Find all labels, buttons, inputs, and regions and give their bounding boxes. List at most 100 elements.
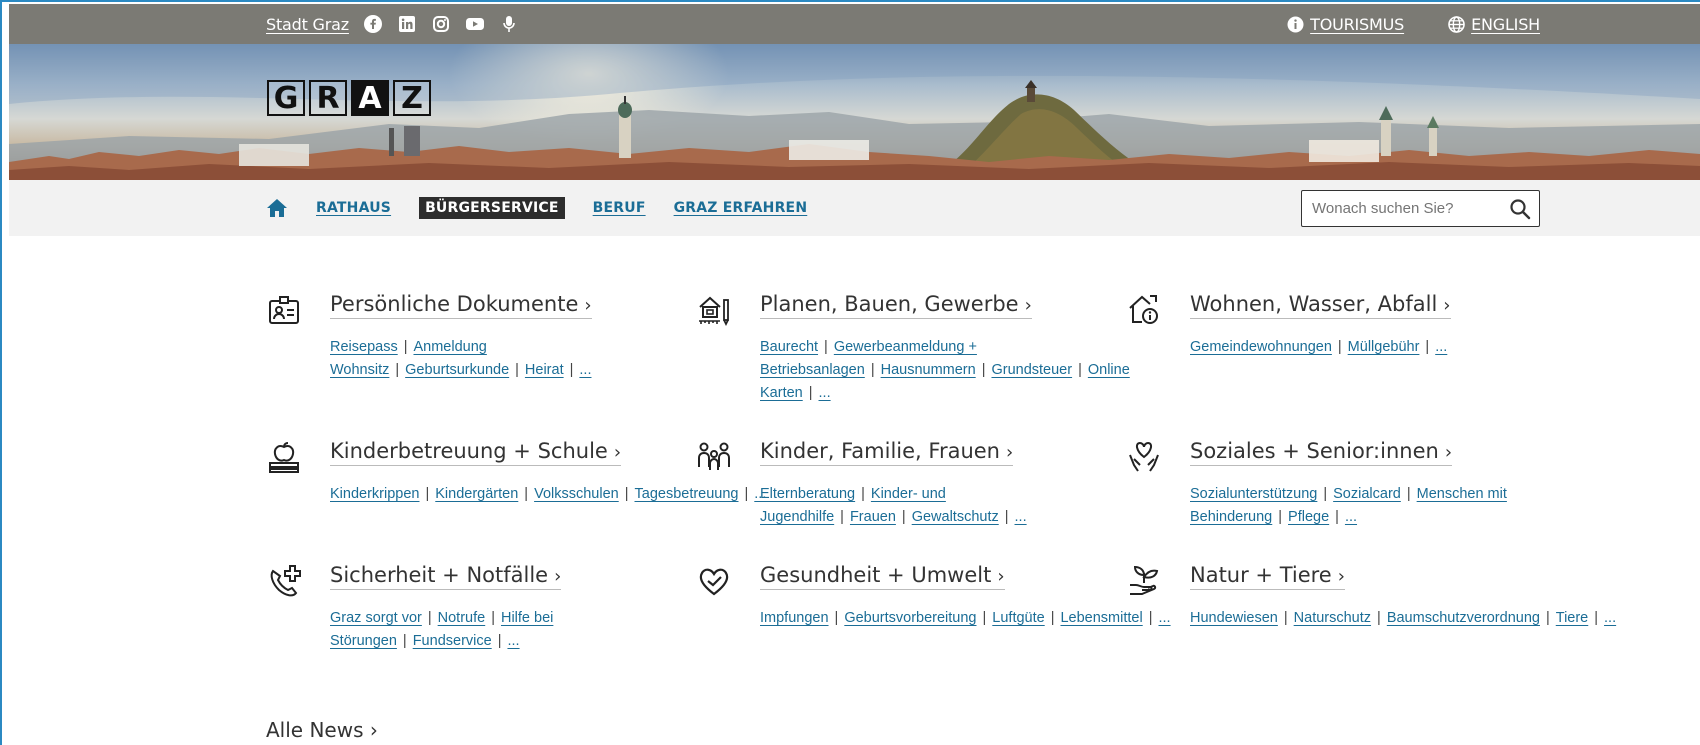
category-link[interactable]: Baumschutzverordnung bbox=[1387, 610, 1540, 626]
link-separator: | bbox=[491, 610, 495, 626]
link-separator: | bbox=[403, 339, 408, 355]
chevron-right-icon: › bbox=[1006, 442, 1014, 463]
category-link[interactable]: Geburtsvorbereitung bbox=[844, 610, 976, 626]
facebook-icon[interactable] bbox=[363, 14, 383, 34]
link-separator: | bbox=[744, 486, 749, 502]
home-icon[interactable] bbox=[266, 197, 288, 219]
heart-hands-icon bbox=[1126, 439, 1162, 475]
category-link[interactable]: Reisepass bbox=[330, 339, 398, 355]
link-separator: | bbox=[1050, 610, 1055, 626]
category-link[interactable]: Kindergärten bbox=[435, 486, 518, 502]
category-link[interactable]: Frauen bbox=[850, 509, 896, 525]
nav-buergerservice[interactable]: BÜRGERSERVICE bbox=[419, 197, 565, 219]
link-separator: | bbox=[1594, 610, 1599, 626]
more-link[interactable]: ... bbox=[1345, 509, 1357, 525]
category-link[interactable]: Fundservice bbox=[413, 633, 492, 649]
tourismus-link[interactable]: TOURISMUS bbox=[1287, 15, 1404, 34]
phone-cross-icon bbox=[266, 563, 302, 599]
nav-beruf[interactable]: BERUF bbox=[593, 200, 646, 216]
link-separator: | bbox=[1335, 509, 1339, 525]
category-title[interactable]: Planen, Bauen, Gewerbe › bbox=[760, 292, 1032, 319]
nav-rathaus[interactable]: RATHAUS bbox=[316, 200, 391, 216]
link-separator: | bbox=[1323, 486, 1328, 502]
link-separator: | bbox=[982, 610, 987, 626]
logo-letter: R bbox=[309, 80, 347, 116]
category-link[interactable]: Gewaltschutz bbox=[912, 509, 999, 525]
more-link[interactable]: ... bbox=[1015, 509, 1027, 525]
category-link[interactable]: Volksschulen bbox=[534, 486, 619, 502]
search-box[interactable] bbox=[1301, 190, 1540, 227]
youtube-icon[interactable] bbox=[465, 14, 485, 34]
link-separator: | bbox=[1278, 509, 1283, 525]
nav-graz-erfahren[interactable]: GRAZ ERFAHREN bbox=[674, 200, 808, 216]
category-link[interactable]: Elternberatung bbox=[760, 486, 855, 502]
category-link[interactable]: Grundsteuer bbox=[991, 362, 1072, 378]
graz-logo[interactable]: G R A Z bbox=[267, 80, 431, 116]
chevron-right-icon: › bbox=[554, 566, 562, 587]
category-title[interactable]: Persönliche Dokumente › bbox=[330, 292, 592, 319]
logo-letter: G bbox=[267, 80, 305, 116]
category-link[interactable]: Graz sorgt vor bbox=[330, 610, 422, 626]
category-title[interactable]: Sicherheit + Notfälle › bbox=[330, 563, 562, 590]
more-link[interactable]: ... bbox=[819, 385, 831, 401]
microphone-icon[interactable] bbox=[499, 14, 519, 34]
category-link[interactable]: Gemeindewohnungen bbox=[1190, 339, 1332, 355]
category-link[interactable]: Müllgebühr bbox=[1348, 339, 1420, 355]
chevron-right-icon: › bbox=[1024, 295, 1032, 316]
category-link[interactable]: Hausnummern bbox=[881, 362, 976, 378]
category-title-text: Planen, Bauen, Gewerbe bbox=[760, 292, 1019, 316]
link-separator: | bbox=[1377, 610, 1381, 626]
category-link[interactable]: Notrufe bbox=[438, 610, 486, 626]
category-link[interactable]: Sozialunterstützung bbox=[1190, 486, 1317, 502]
link-separator: | bbox=[808, 385, 813, 401]
category-title[interactable]: Soziales + Senior:innen › bbox=[1190, 439, 1453, 466]
search-icon[interactable] bbox=[1509, 198, 1531, 220]
school-apple-icon bbox=[266, 439, 302, 475]
category-link[interactable]: Heirat bbox=[525, 362, 564, 378]
category-links: Baurecht | Gewerbeanmeldung + Betriebsanla… bbox=[760, 336, 1130, 405]
category-link[interactable]: Tiere bbox=[1556, 610, 1589, 626]
more-link[interactable]: ... bbox=[1158, 610, 1170, 626]
search-input[interactable] bbox=[1312, 191, 1502, 226]
more-link[interactable]: ... bbox=[1435, 339, 1447, 355]
category-title[interactable]: Gesundheit + Umwelt › bbox=[760, 563, 1005, 590]
plant-hand-icon bbox=[1126, 563, 1162, 599]
link-separator: | bbox=[1004, 509, 1009, 525]
category-link[interactable]: Lebensmittel bbox=[1060, 610, 1142, 626]
all-news-link[interactable]: Alle News › bbox=[266, 718, 378, 742]
heart-check-icon bbox=[696, 563, 732, 599]
category-links: Reisepass | Anmeldung Wohnsitz | Geburtsurku… bbox=[330, 336, 660, 382]
english-link[interactable]: ENGLISH bbox=[1448, 15, 1540, 34]
category-title[interactable]: Wohnen, Wasser, Abfall › bbox=[1190, 292, 1451, 319]
category-link[interactable]: Sozialcard bbox=[1333, 486, 1401, 502]
link-separator: | bbox=[1078, 362, 1082, 378]
instagram-icon[interactable] bbox=[431, 14, 451, 34]
category-title-text: Soziales + Senior:innen bbox=[1190, 439, 1439, 463]
more-link[interactable]: ... bbox=[507, 633, 519, 649]
category-link[interactable]: Pflege bbox=[1288, 509, 1329, 525]
linkedin-icon[interactable] bbox=[397, 14, 417, 34]
category-link[interactable]: Impfungen bbox=[760, 610, 829, 626]
link-separator: | bbox=[840, 509, 844, 525]
stadt-graz-link[interactable]: Stadt Graz bbox=[266, 15, 349, 34]
category-links: Kinderkrippen | Kindergärten | Volksschulen |… bbox=[330, 483, 766, 506]
category-title[interactable]: Kinderbetreuung + Schule › bbox=[330, 439, 622, 466]
category-link[interactable]: Hundewiesen bbox=[1190, 610, 1278, 626]
category-title[interactable]: Natur + Tiere › bbox=[1190, 563, 1345, 590]
more-link[interactable]: ... bbox=[579, 362, 591, 378]
category-link[interactable]: Tagesbetreuung bbox=[635, 486, 739, 502]
more-link[interactable]: ... bbox=[1604, 610, 1616, 626]
link-separator: | bbox=[1406, 486, 1411, 502]
link-separator: | bbox=[427, 610, 432, 626]
category-link[interactable]: Naturschutz bbox=[1294, 610, 1371, 626]
category-title[interactable]: Kinder, Familie, Frauen › bbox=[760, 439, 1014, 466]
chevron-right-icon: › bbox=[1444, 442, 1453, 463]
category-link[interactable]: Kinderkrippen bbox=[330, 486, 419, 502]
category-link[interactable]: Geburtsurkunde bbox=[405, 362, 509, 378]
category-link[interactable]: Luftgüte bbox=[992, 610, 1044, 626]
logo-letter: Z bbox=[393, 80, 431, 116]
link-separator: | bbox=[1148, 610, 1153, 626]
category-title-text: Kinder, Familie, Frauen bbox=[760, 439, 1000, 463]
category-link[interactable]: Baurecht bbox=[760, 339, 818, 355]
chevron-right-icon: › bbox=[1443, 295, 1451, 316]
